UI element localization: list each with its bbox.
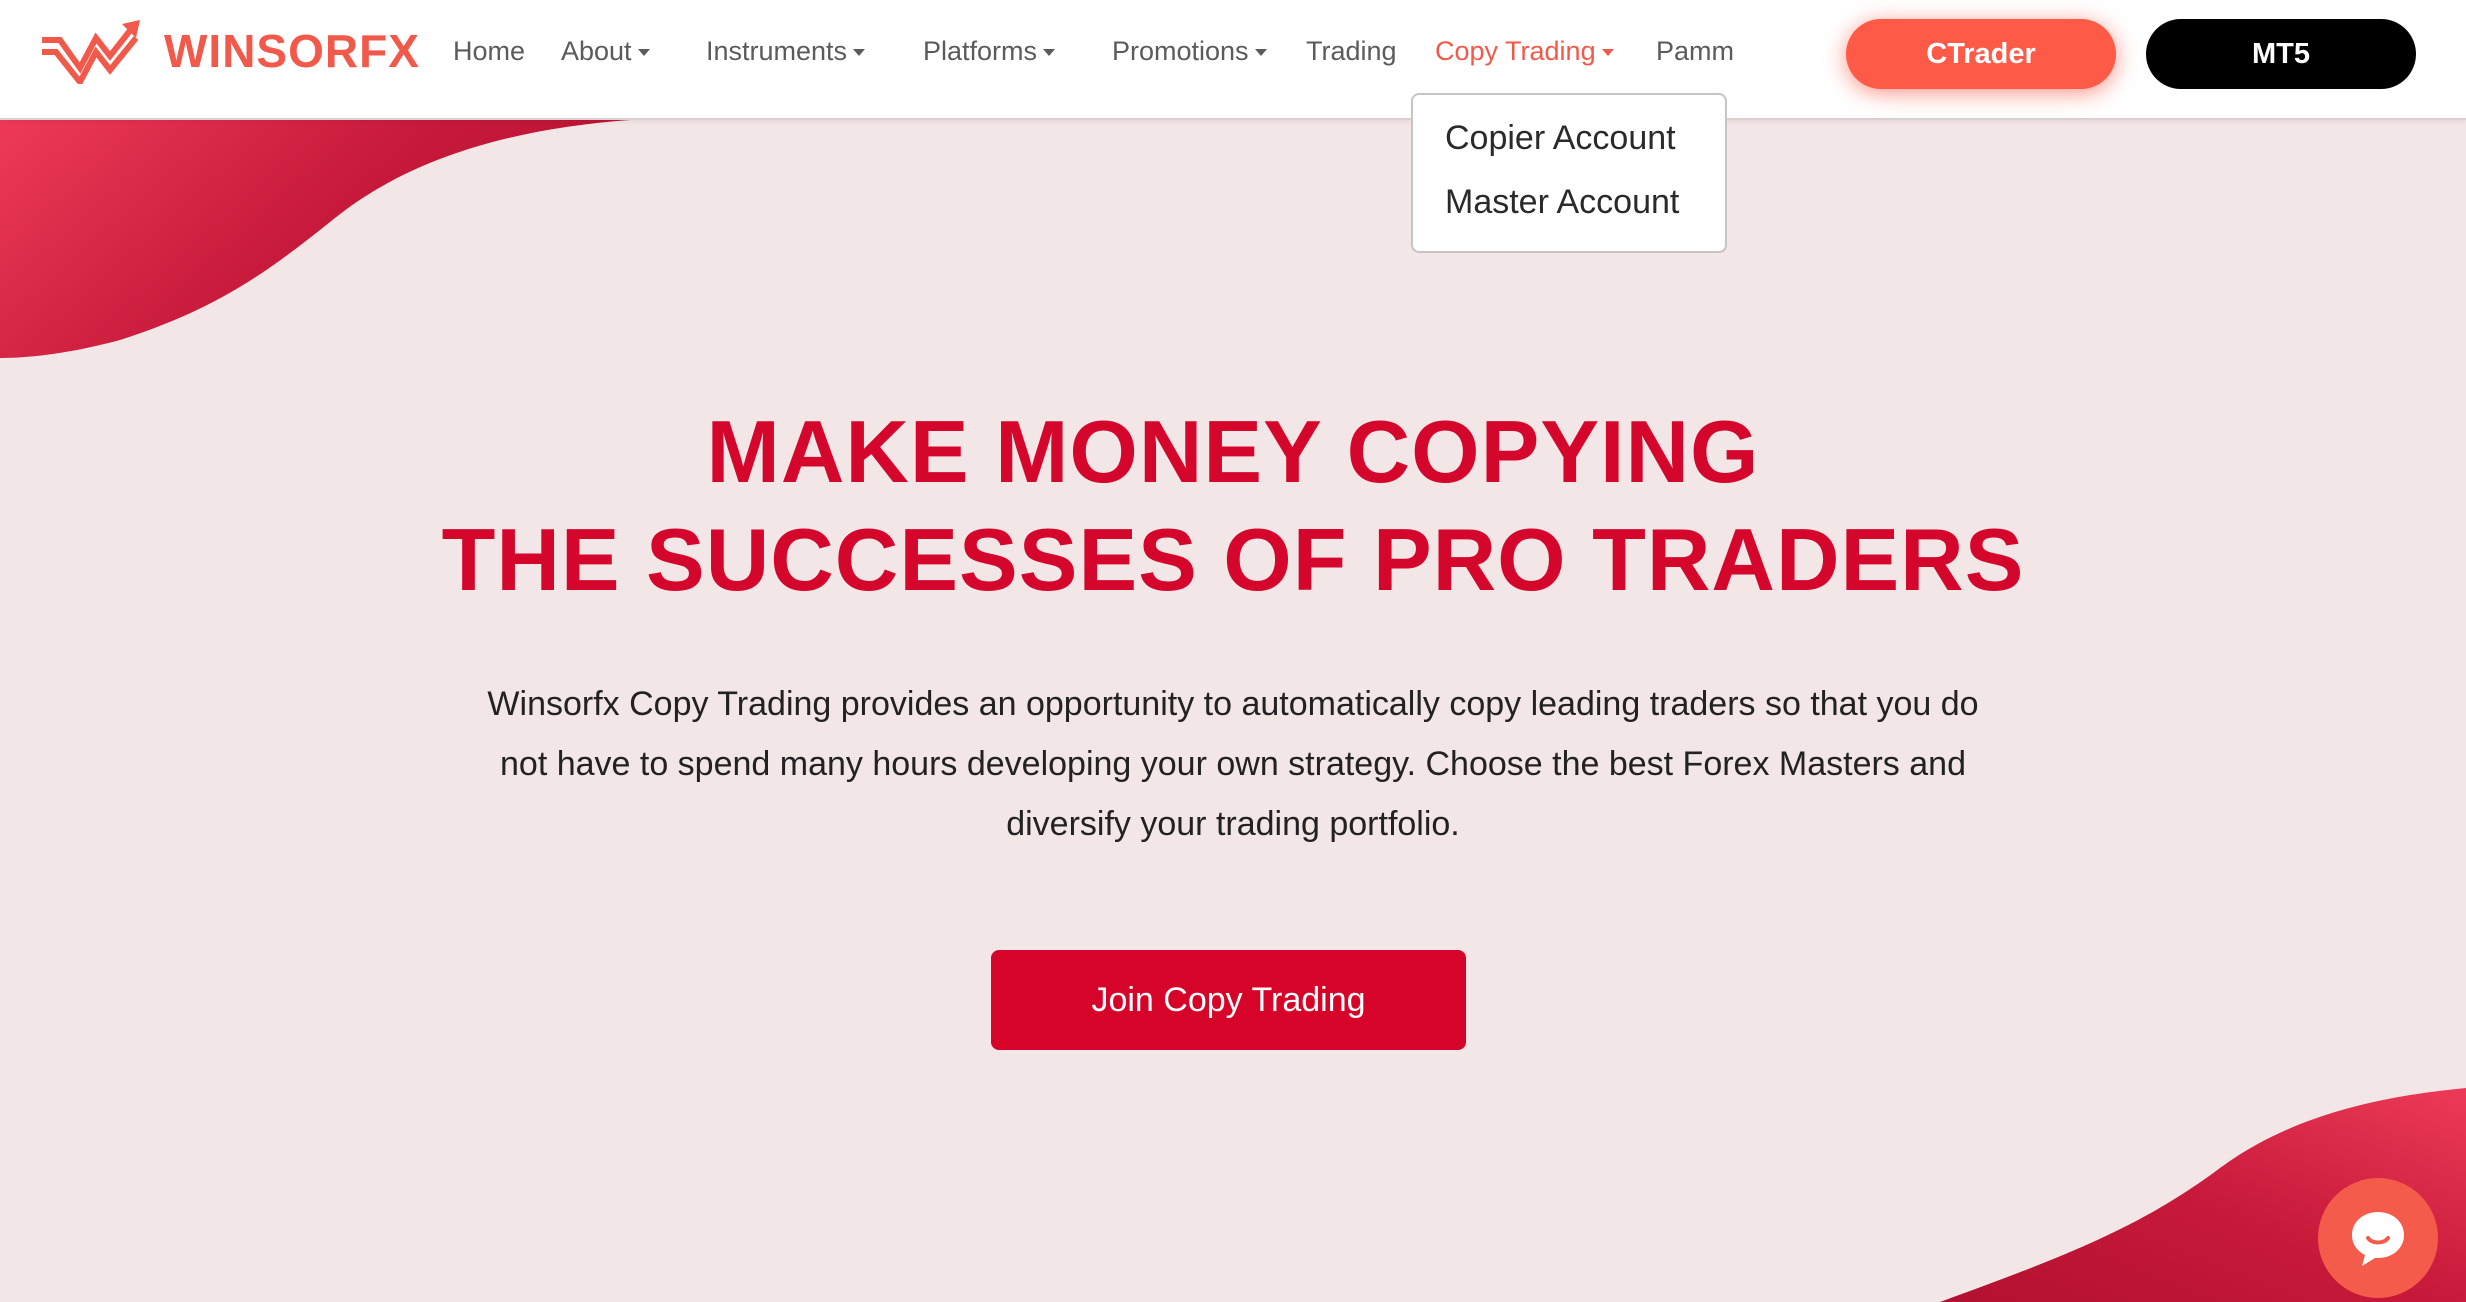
nav-about-label: About: [561, 36, 632, 66]
chat-icon: [2352, 1212, 2404, 1266]
nav-about[interactable]: About: [561, 36, 650, 67]
mt5-button[interactable]: MT5: [2146, 19, 2416, 89]
nav-copy-trading-label: Copy Trading: [1435, 36, 1596, 66]
nav-instruments[interactable]: Instruments: [706, 36, 866, 67]
join-copy-trading-button[interactable]: Join Copy Trading: [991, 950, 1466, 1050]
nav-instruments-label: Instruments: [706, 36, 848, 66]
nav-home-label: Home: [453, 36, 526, 66]
nav-promotions-label: Promotions: [1112, 36, 1249, 66]
hero-title: MAKE MONEY COPYING THE SUCCESSES OF PRO …: [0, 398, 2466, 614]
caret-down-icon: [1601, 49, 1614, 56]
nav-pamm-label: Pamm: [1656, 36, 1735, 66]
caret-down-icon: [1043, 49, 1056, 56]
nav-trading[interactable]: Trading: [1306, 36, 1397, 67]
nav-platforms[interactable]: Platforms: [923, 36, 1056, 67]
site-header: WINSORFX Home About Instruments Platform…: [0, 0, 2466, 120]
copy-trading-dropdown-menu: Copier Account Master Account: [1411, 93, 1727, 253]
caret-down-icon: [853, 49, 866, 56]
nav-promotions[interactable]: Promotions: [1112, 36, 1267, 67]
hero-title-line-1: MAKE MONEY COPYING: [706, 402, 1760, 501]
nav-trading-label: Trading: [1306, 36, 1397, 66]
nav-pamm[interactable]: Pamm: [1656, 36, 1734, 67]
caret-down-icon: [637, 49, 650, 56]
nav-copy-trading[interactable]: Copy Trading: [1435, 36, 1614, 67]
hero-title-line-2: THE SUCCESSES OF PRO TRADERS: [441, 510, 2025, 609]
ctrader-button[interactable]: CTrader: [1846, 19, 2116, 89]
chat-widget-button[interactable]: [2318, 1178, 2438, 1298]
top-left-wave-decoration: [0, 118, 668, 358]
caret-down-icon: [1254, 49, 1267, 56]
hero-description: Winsorfx Copy Trading provides an opport…: [487, 685, 1979, 843]
nav-home[interactable]: Home: [453, 36, 525, 67]
dropdown-item-master-account[interactable]: Master Account: [1445, 183, 1679, 222]
dropdown-item-copier-account[interactable]: Copier Account: [1445, 119, 1676, 158]
nav-platforms-label: Platforms: [923, 36, 1038, 66]
